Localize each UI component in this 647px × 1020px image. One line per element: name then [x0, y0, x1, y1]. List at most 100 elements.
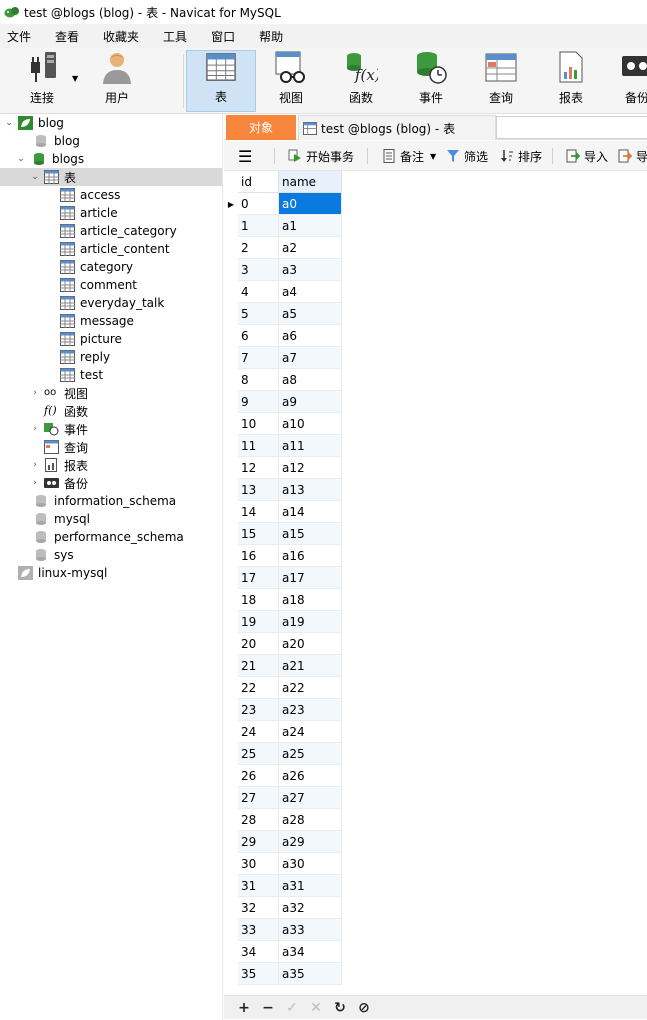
menu-help[interactable]: 帮助: [252, 28, 290, 45]
tree-table-item[interactable]: category: [0, 258, 222, 276]
cell-name[interactable]: a20: [279, 633, 342, 655]
collapse-chevron-icon[interactable]: ›: [30, 424, 40, 434]
table-row[interactable]: 28 a28: [224, 809, 342, 831]
import-button[interactable]: 导入: [566, 141, 608, 170]
table-row[interactable]: 4 a4: [224, 281, 342, 303]
tree-table-item[interactable]: picture: [0, 330, 222, 348]
tree-table-item[interactable]: article_category: [0, 222, 222, 240]
expand-chevron-icon[interactable]: ⌄: [16, 154, 26, 164]
table-row[interactable]: 34 a34: [224, 941, 342, 963]
cell-name[interactable]: a29: [279, 831, 342, 853]
delete-record-button[interactable]: −: [256, 998, 280, 1018]
tree-database-information-schema[interactable]: information_schema: [0, 492, 222, 510]
table-row[interactable]: 6 a6: [224, 325, 342, 347]
cell-id[interactable]: 30: [238, 853, 279, 875]
column-header-name[interactable]: name: [279, 171, 342, 193]
cell-name[interactable]: a28: [279, 809, 342, 831]
cell-id[interactable]: 10: [238, 413, 279, 435]
menu-hamburger-icon[interactable]: ☰: [238, 141, 252, 170]
table-row[interactable]: 27 a27: [224, 787, 342, 809]
cell-id[interactable]: 12: [238, 457, 279, 479]
tree-node-functions[interactable]: f() 函数: [0, 402, 222, 420]
table-row[interactable]: 21 a21: [224, 655, 342, 677]
cell-id[interactable]: 13: [238, 479, 279, 501]
tab-objects[interactable]: 对象: [226, 115, 296, 140]
table-row[interactable]: 16 a16: [224, 545, 342, 567]
tree-table-item[interactable]: comment: [0, 276, 222, 294]
refresh-button[interactable]: ↻: [328, 998, 352, 1018]
table-row[interactable]: 7 a7: [224, 347, 342, 369]
tree-table-item[interactable]: article: [0, 204, 222, 222]
cell-name[interactable]: a27: [279, 787, 342, 809]
sort-button[interactable]: 排序: [500, 141, 542, 170]
cell-id[interactable]: 31: [238, 875, 279, 897]
tab-table-test[interactable]: test @blogs (blog) - 表: [298, 115, 496, 140]
cell-id[interactable]: 7: [238, 347, 279, 369]
cell-name[interactable]: a0: [279, 193, 342, 215]
cell-id[interactable]: 4: [238, 281, 279, 303]
cell-name[interactable]: a35: [279, 963, 342, 985]
cell-id[interactable]: 21: [238, 655, 279, 677]
tree-connection-blog[interactable]: ⌄ blog: [0, 114, 222, 132]
cell-id[interactable]: 15: [238, 523, 279, 545]
discard-changes-button[interactable]: ✕: [304, 998, 328, 1018]
cell-name[interactable]: a26: [279, 765, 342, 787]
cell-id[interactable]: 22: [238, 677, 279, 699]
column-header-id[interactable]: id: [238, 171, 279, 193]
menu-view[interactable]: 查看: [48, 28, 86, 45]
cell-name[interactable]: a14: [279, 501, 342, 523]
cell-id[interactable]: 28: [238, 809, 279, 831]
export-button[interactable]: 导: [618, 141, 647, 170]
tree-node-queries[interactable]: 查询: [0, 438, 222, 456]
cell-name[interactable]: a9: [279, 391, 342, 413]
table-row[interactable]: 32 a32: [224, 897, 342, 919]
cell-name[interactable]: a24: [279, 721, 342, 743]
memo-dropdown-icon[interactable]: ▼: [430, 152, 436, 161]
table-row[interactable]: 26 a26: [224, 765, 342, 787]
table-row[interactable]: 5 a5: [224, 303, 342, 325]
table-row[interactable]: 20 a20: [224, 633, 342, 655]
tree-node-backups[interactable]: › 备份: [0, 474, 222, 492]
table-button[interactable]: 表: [186, 50, 256, 112]
cell-name[interactable]: a30: [279, 853, 342, 875]
collapse-chevron-icon[interactable]: ›: [30, 460, 40, 470]
query-button[interactable]: 查询: [472, 50, 530, 112]
cell-name[interactable]: a8: [279, 369, 342, 391]
menu-file[interactable]: 文件: [0, 28, 38, 45]
cell-id[interactable]: 27: [238, 787, 279, 809]
table-row[interactable]: 3 a3: [224, 259, 342, 281]
tree-table-item[interactable]: message: [0, 312, 222, 330]
stop-button[interactable]: ⊘: [352, 998, 376, 1018]
memo-button[interactable]: 备注 ▼: [382, 141, 436, 170]
apply-changes-button[interactable]: ✓: [280, 998, 304, 1018]
cell-id[interactable]: 24: [238, 721, 279, 743]
cell-id[interactable]: 9: [238, 391, 279, 413]
tab-search-area[interactable]: [496, 116, 647, 139]
cell-id[interactable]: 35: [238, 963, 279, 985]
cell-name[interactable]: a18: [279, 589, 342, 611]
cell-id[interactable]: 11: [238, 435, 279, 457]
tree-node-events[interactable]: › 事件: [0, 420, 222, 438]
tree-database-sys[interactable]: sys: [0, 546, 222, 564]
cell-name[interactable]: a19: [279, 611, 342, 633]
cell-name[interactable]: a17: [279, 567, 342, 589]
cell-id[interactable]: 6: [238, 325, 279, 347]
cell-name[interactable]: a1: [279, 215, 342, 237]
cell-id[interactable]: 16: [238, 545, 279, 567]
cell-name[interactable]: a25: [279, 743, 342, 765]
cell-name[interactable]: a6: [279, 325, 342, 347]
table-row[interactable]: 9 a9: [224, 391, 342, 413]
cell-name[interactable]: a32: [279, 897, 342, 919]
cell-id[interactable]: 19: [238, 611, 279, 633]
cell-name[interactable]: a31: [279, 875, 342, 897]
collapse-chevron-icon[interactable]: ›: [30, 388, 40, 398]
collapse-chevron-icon[interactable]: ›: [30, 478, 40, 488]
cell-name[interactable]: a12: [279, 457, 342, 479]
cell-name[interactable]: a34: [279, 941, 342, 963]
table-row[interactable]: 31 a31: [224, 875, 342, 897]
cell-name[interactable]: a4: [279, 281, 342, 303]
cell-name[interactable]: a11: [279, 435, 342, 457]
cell-name[interactable]: a15: [279, 523, 342, 545]
cell-name[interactable]: a33: [279, 919, 342, 941]
cell-name[interactable]: a13: [279, 479, 342, 501]
